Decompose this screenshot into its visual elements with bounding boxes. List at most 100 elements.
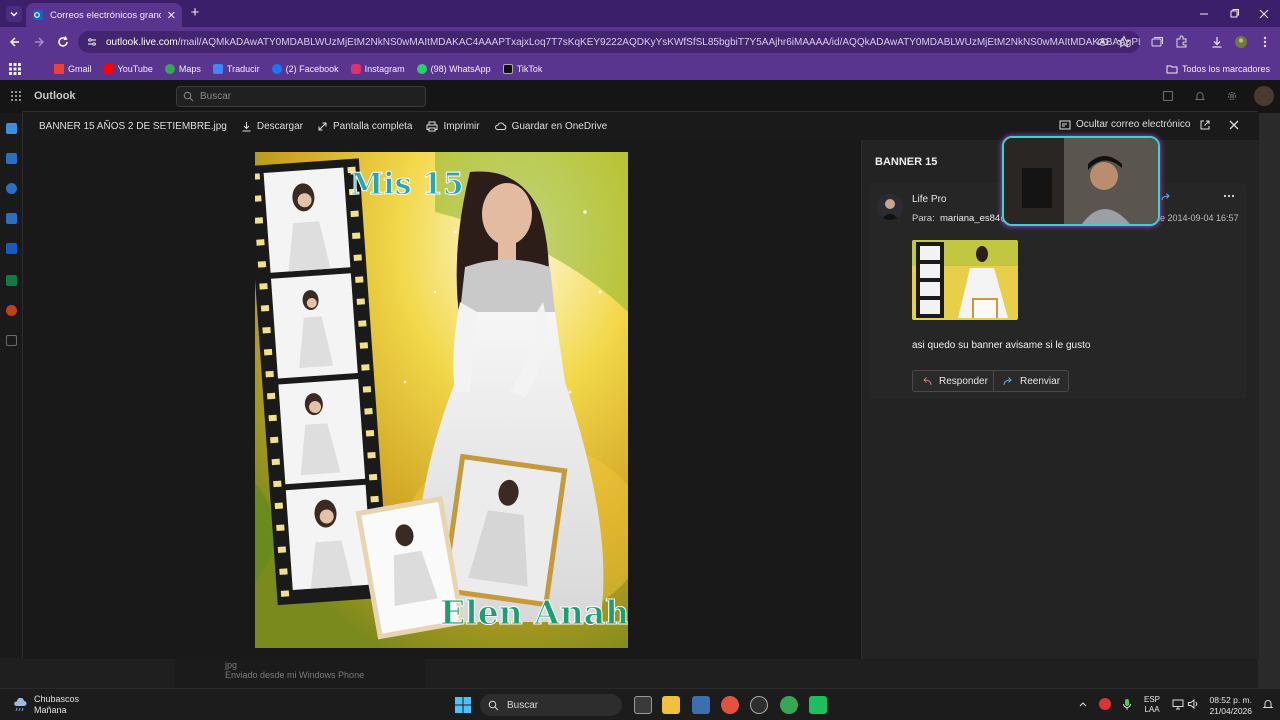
site-info-icon[interactable] (86, 36, 98, 48)
tray-overflow-button[interactable] (1078, 699, 1088, 709)
calendar-app-icon[interactable] (6, 153, 17, 164)
downloads-button[interactable] (1208, 33, 1226, 51)
forward-button[interactable] (30, 33, 48, 51)
excel-app-icon[interactable] (6, 275, 17, 286)
forward-button[interactable]: Reenviar (993, 370, 1070, 392)
sender-name[interactable]: Life Pro (912, 194, 946, 205)
account-avatar[interactable] (1254, 86, 1274, 106)
volume-tray-icon[interactable] (1187, 698, 1199, 710)
address-bar[interactable]: outlook.live.com/mail/AQMkADAwATY0MDABLW… (78, 31, 1140, 53)
bookmark-label: (2) Facebook (285, 63, 339, 74)
background-mail-item[interactable]: jpg Enviado desde mi Windows Phone (175, 658, 425, 688)
eye-extension-button[interactable] (1094, 33, 1112, 51)
more-vertical-icon (1263, 36, 1267, 48)
bookmark-youtube[interactable]: YouTube (103, 63, 153, 74)
microphone-icon (1123, 699, 1131, 710)
reply-arrow-icon (923, 377, 932, 386)
bookmark-instagram[interactable]: Instagram (350, 63, 405, 74)
browser-tab-active[interactable]: Correos electrónicos grandes: A ✕ (26, 3, 182, 27)
reply-button[interactable]: Responder (912, 370, 997, 392)
fullscreen-button[interactable]: Pantalla completa (317, 121, 412, 132)
mail-app-icon[interactable] (6, 123, 17, 134)
antivirus-tray-icon[interactable] (1099, 698, 1111, 710)
close-viewer-button[interactable] (1228, 119, 1240, 131)
folder-icon (1166, 65, 1178, 73)
language-code: ESP (1144, 695, 1161, 704)
tab-search-button[interactable] (6, 6, 22, 22)
gmail-icon (54, 63, 64, 74)
notifications-button[interactable] (1194, 90, 1206, 102)
microphone-tray-icon[interactable] (1122, 698, 1132, 711)
close-window-button[interactable] (1254, 4, 1274, 24)
forward-quick-button[interactable] (1160, 191, 1172, 203)
more-apps-icon[interactable] (6, 335, 17, 346)
taskbar-search[interactable]: Buscar (480, 694, 622, 716)
popout-icon (1200, 120, 1210, 130)
apps-grid-icon (9, 62, 21, 75)
taskbar-search-label: Buscar (507, 699, 539, 711)
tab-groups-button[interactable] (1148, 33, 1166, 51)
powerpoint-app-icon[interactable] (6, 305, 17, 316)
minimize-button[interactable] (1194, 4, 1214, 24)
new-tab-button[interactable]: + (187, 5, 203, 21)
save-onedrive-button[interactable]: Guardar en OneDrive (494, 121, 607, 132)
more-actions-button[interactable] (1222, 190, 1236, 202)
people-app-icon[interactable] (6, 183, 17, 194)
todo-app-icon[interactable] (6, 213, 17, 224)
mail-search-input[interactable]: Buscar (176, 86, 426, 107)
tab-close-icon[interactable]: ✕ (167, 9, 176, 22)
restore-button[interactable] (1224, 4, 1244, 24)
avatar-person-icon (877, 194, 903, 220)
phone-app-icon[interactable] (809, 696, 827, 714)
reply-label: Responder (939, 375, 988, 387)
calculator-icon[interactable] (692, 696, 710, 714)
compose-note-button[interactable] (1162, 90, 1174, 102)
attachment-thumbnail[interactable] (912, 240, 1018, 320)
chrome-profile-icon[interactable] (780, 696, 798, 714)
bookmark-label: Instagram (364, 63, 405, 74)
bookmark-maps[interactable]: Maps (164, 63, 201, 74)
weather-subtitle: Mañana (34, 705, 67, 715)
extensions-button[interactable] (1173, 33, 1191, 51)
word-app-icon[interactable] (6, 243, 17, 254)
hide-email-button[interactable]: Ocultar correo electrónico (1059, 119, 1191, 130)
arrow-left-icon (9, 37, 19, 47)
bookmark-label: YouTube (117, 63, 153, 74)
settings-button[interactable] (1226, 90, 1238, 102)
bookmark-facebook[interactable]: (2) Facebook (271, 63, 339, 74)
print-button[interactable]: Imprimir (426, 121, 480, 132)
bell-icon (1194, 92, 1206, 100)
obs-icon[interactable] (750, 696, 768, 714)
apps-grid-button[interactable] (8, 62, 22, 76)
message-date: ue 2014-09-04 16:57 (1155, 213, 1239, 223)
bookmark-label: (98) WhatsApp (430, 63, 491, 74)
weather-widget[interactable]: Chubascos Mañana (12, 694, 79, 716)
bookmarks-bar: Gmail YouTube Maps Traducir (2) Facebook… (0, 57, 1280, 80)
notifications-tray-button[interactable] (1262, 698, 1274, 710)
bookmark-whatsapp[interactable]: (98) WhatsApp (416, 63, 491, 74)
open-new-window-button[interactable] (1199, 119, 1211, 131)
chevron-down-icon (10, 12, 18, 17)
profile-button[interactable] (1232, 33, 1250, 51)
download-button[interactable]: Descargar (241, 121, 303, 132)
system-clock[interactable]: 08:52 p. m. 21/04/2026 (1204, 695, 1252, 717)
sender-avatar[interactable] (877, 194, 903, 220)
start-button[interactable] (454, 696, 472, 714)
all-bookmarks-folder[interactable]: Todos los marcadores (1166, 64, 1270, 74)
reload-button[interactable] (54, 33, 72, 51)
browser-menu-button[interactable] (1256, 33, 1274, 51)
bookmark-translate[interactable]: Traducir (212, 63, 260, 74)
bookmark-star-button[interactable] (1115, 33, 1133, 51)
network-tray-icon[interactable] (1172, 698, 1184, 710)
bookmark-gmail[interactable]: Gmail (54, 63, 92, 74)
bookmark-tiktok[interactable]: TikTok (502, 63, 542, 74)
input-language[interactable]: ESP LAA (1144, 695, 1160, 715)
app-launcher-button[interactable] (10, 90, 22, 102)
outlook-brand[interactable]: Outlook (34, 90, 76, 102)
file-explorer-icon[interactable] (662, 696, 680, 714)
puzzle-icon (1176, 35, 1187, 48)
task-view-icon[interactable] (634, 696, 652, 714)
back-button[interactable] (6, 33, 24, 51)
background-reading-pane (1258, 113, 1280, 688)
chrome-icon[interactable] (721, 696, 739, 714)
